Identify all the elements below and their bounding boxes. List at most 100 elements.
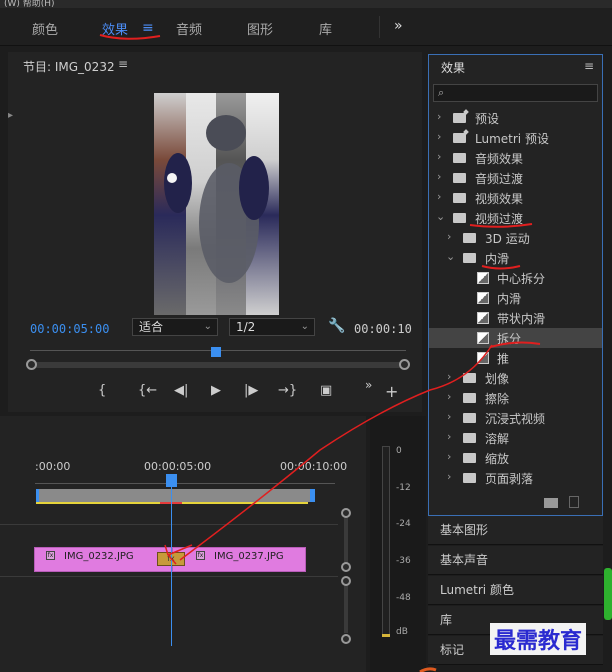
panel-scrollbar[interactable] bbox=[604, 568, 612, 620]
resolution-select[interactable]: 1/2 ⌄ bbox=[229, 318, 315, 336]
effect-item-label: 中心拆分 bbox=[497, 272, 546, 286]
playhead-marker[interactable] bbox=[211, 347, 221, 357]
zoom-scroll-bar[interactable] bbox=[30, 362, 406, 368]
track-scrollbar[interactable] bbox=[344, 583, 348, 633]
effect-item-label: 带状内滑 bbox=[497, 312, 546, 326]
effect-item-label: 内滑 bbox=[485, 252, 510, 266]
effect-item-page-peel[interactable]: › 页面剥落 bbox=[429, 468, 602, 488]
fit-select[interactable]: 适合 ⌄ bbox=[132, 318, 218, 336]
effect-item-push[interactable]: 推 bbox=[429, 348, 602, 368]
zoom-handle-right[interactable] bbox=[399, 359, 410, 370]
effect-item-video-effects[interactable]: › 视频效果 bbox=[429, 188, 602, 208]
chevron-right-icon[interactable]: › bbox=[447, 450, 451, 463]
trash-icon[interactable] bbox=[569, 496, 579, 508]
wrench-icon[interactable]: 🔧 bbox=[328, 318, 345, 334]
effects-search-input[interactable]: ⌕ bbox=[433, 84, 598, 102]
audio-meter-channel bbox=[382, 446, 390, 636]
chevron-right-icon[interactable]: › bbox=[447, 470, 451, 483]
more-controls-icon[interactable]: » bbox=[365, 378, 372, 392]
panel-tab-essential-graphics[interactable]: 基本图形 bbox=[428, 516, 603, 545]
effect-item-dissolve[interactable]: › 溶解 bbox=[429, 428, 602, 448]
effect-item-iris[interactable]: › 划像 bbox=[429, 368, 602, 388]
clip-label: IMG_0237.JPG bbox=[214, 551, 284, 562]
video-preview bbox=[154, 93, 279, 315]
effect-item-wipe[interactable]: › 擦除 bbox=[429, 388, 602, 408]
effect-item-label: 音频过渡 bbox=[475, 172, 524, 186]
transition-icon bbox=[477, 312, 489, 324]
effect-item-video-transitions[interactable]: ⌄ 视频过渡 bbox=[429, 208, 602, 228]
effect-item-lumetri-presets[interactable]: › Lumetri 预设 bbox=[429, 128, 602, 148]
chevron-down-icon[interactable]: ⌄ bbox=[446, 250, 455, 263]
panel-tab-essential-sound[interactable]: 基本声音 bbox=[428, 546, 603, 575]
export-frame-button[interactable]: ▣ bbox=[320, 383, 332, 398]
step-back-button[interactable]: ◀| bbox=[174, 383, 188, 398]
effect-item-audio-transitions[interactable]: › 音频过渡 bbox=[429, 168, 602, 188]
effect-item-label: Lumetri 预设 bbox=[475, 132, 549, 146]
chevron-down-icon: ⌄ bbox=[300, 321, 309, 332]
effect-item-label: 音频效果 bbox=[475, 152, 524, 166]
folder-icon bbox=[453, 153, 466, 163]
resolution-select-value: 1/2 bbox=[236, 320, 256, 334]
track-scrollbar[interactable] bbox=[344, 515, 348, 565]
effect-item-label: 划像 bbox=[485, 372, 510, 386]
chevron-right-icon[interactable]: › bbox=[437, 110, 441, 123]
video-content-art bbox=[164, 115, 269, 283]
effect-item-split[interactable]: 拆分 bbox=[429, 328, 602, 348]
track-divider bbox=[0, 576, 338, 577]
new-bin-icon[interactable] bbox=[544, 498, 558, 508]
effect-item-slide[interactable]: ⌄ 内滑 bbox=[429, 248, 602, 268]
menu-bar-partial[interactable]: (W) 帮助(H) bbox=[0, 0, 612, 8]
zoom-handle-left[interactable] bbox=[26, 359, 37, 370]
chevron-right-icon[interactable]: › bbox=[447, 370, 451, 383]
chevron-right-icon[interactable]: › bbox=[437, 190, 441, 203]
tab-audio[interactable]: 音频 bbox=[176, 19, 202, 38]
scroll-handle[interactable] bbox=[341, 576, 351, 586]
effect-item-immersive-video[interactable]: › 沉浸式视频 bbox=[429, 408, 602, 428]
tab-libraries[interactable]: 库 bbox=[319, 19, 332, 38]
tab-effects[interactable]: 效果 bbox=[102, 19, 128, 38]
more-workspaces-icon[interactable]: » bbox=[394, 18, 403, 34]
effects-menu-icon[interactable]: ≡ bbox=[584, 59, 594, 73]
audio-meter-level bbox=[382, 634, 390, 637]
chevron-right-icon[interactable]: › bbox=[447, 430, 451, 443]
monitor-scrubber[interactable] bbox=[26, 347, 410, 372]
effects-panel-title[interactable]: 效果 bbox=[441, 59, 465, 76]
scroll-handle[interactable] bbox=[341, 634, 351, 644]
work-area-start[interactable] bbox=[36, 489, 39, 502]
effect-item-band-slide[interactable]: 带状内滑 bbox=[429, 308, 602, 328]
scroll-handle[interactable] bbox=[341, 508, 351, 518]
chevron-right-icon[interactable]: › bbox=[447, 410, 451, 423]
scroll-handle[interactable] bbox=[341, 562, 351, 572]
effect-item-label: 溶解 bbox=[485, 432, 510, 446]
effects-panel: 效果 ≡ ⌕ › 预设 › Lumetri 预设 › 音频效果 › 音频过渡 ›… bbox=[428, 54, 603, 516]
tab-graphics[interactable]: 图形 bbox=[247, 19, 273, 38]
effect-item-audio-effects[interactable]: › 音频效果 bbox=[429, 148, 602, 168]
chevron-right-icon[interactable]: › bbox=[447, 230, 451, 243]
chevron-down-icon[interactable]: ⌄ bbox=[436, 210, 445, 223]
chevron-right-icon[interactable]: › bbox=[437, 170, 441, 183]
play-button[interactable]: ▶ bbox=[211, 383, 221, 398]
chevron-right-icon[interactable]: › bbox=[437, 130, 441, 143]
tab-color[interactable]: 颜色 bbox=[32, 19, 58, 38]
monitor-menu-icon[interactable]: ≡ bbox=[118, 57, 128, 71]
effect-item-center-split[interactable]: 中心拆分 bbox=[429, 268, 602, 288]
effect-item-3d-motion[interactable]: › 3D 运动 bbox=[429, 228, 602, 248]
effect-item-presets[interactable]: › 预设 bbox=[429, 108, 602, 128]
step-forward-button[interactable]: |▶ bbox=[244, 383, 258, 398]
folder-star-icon bbox=[453, 133, 466, 143]
go-to-out-button[interactable]: →} bbox=[278, 383, 297, 398]
chevron-right-icon[interactable]: › bbox=[437, 150, 441, 163]
go-to-in-button[interactable]: {← bbox=[138, 383, 157, 398]
work-area-bar[interactable] bbox=[36, 489, 314, 502]
add-button-icon[interactable]: + bbox=[385, 382, 398, 401]
chevron-right-icon[interactable]: › bbox=[447, 390, 451, 403]
time-ruler[interactable] bbox=[35, 476, 335, 484]
panel-tab-lumetri-color[interactable]: Lumetri 颜色 bbox=[428, 576, 603, 605]
program-monitor-title[interactable]: 节目: IMG_0232 bbox=[23, 58, 115, 75]
current-timecode[interactable]: 00:00:05:00 bbox=[30, 322, 109, 336]
mark-in-button[interactable]: { bbox=[98, 383, 106, 398]
work-area-end[interactable] bbox=[310, 489, 315, 502]
effect-item-slide-transition[interactable]: 内滑 bbox=[429, 288, 602, 308]
effect-item-zoom[interactable]: › 缩放 bbox=[429, 448, 602, 468]
workspace-menu-icon[interactable]: ≡ bbox=[142, 20, 154, 36]
